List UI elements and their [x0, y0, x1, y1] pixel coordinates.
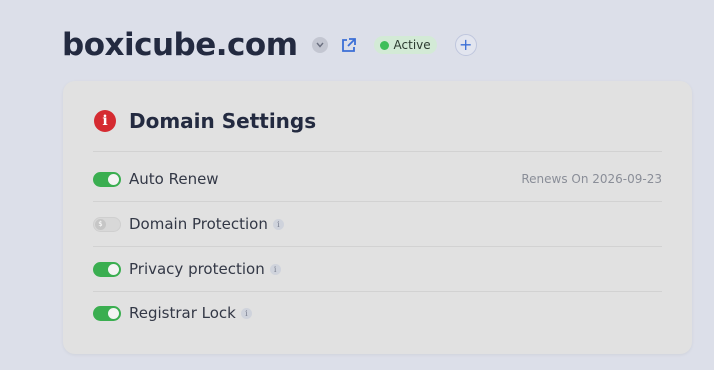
- info-tooltip-icon[interactable]: i: [269, 263, 281, 275]
- card-header: i Domain Settings: [94, 109, 316, 133]
- domain-dropdown-button[interactable]: [311, 37, 328, 53]
- auto-renew-toggle[interactable]: [93, 171, 121, 187]
- open-external-button[interactable]: [340, 36, 358, 54]
- divider: [93, 291, 662, 292]
- status-dot: [379, 40, 389, 50]
- domain-title: boxicube.com: [62, 27, 298, 63]
- domain-settings-card: i Domain Settings Auto Renew Renews On 2…: [63, 81, 692, 354]
- setting-label: Privacy protection: [129, 260, 265, 278]
- domain-protection-toggle[interactable]: $: [93, 216, 121, 232]
- setting-row-domain-protection: $ Domain Protection i: [93, 212, 662, 236]
- info-tooltip-icon[interactable]: i: [272, 218, 284, 230]
- setting-label: Registrar Lock: [129, 304, 236, 322]
- setting-label: Domain Protection: [129, 215, 268, 233]
- info-icon: i: [94, 110, 116, 132]
- divider: [93, 246, 662, 247]
- setting-row-registrar-lock: Registrar Lock i: [93, 301, 662, 325]
- registrar-lock-toggle[interactable]: [93, 305, 121, 321]
- external-link-icon: [342, 37, 356, 52]
- divider: [93, 151, 662, 152]
- add-button[interactable]: +: [454, 34, 477, 56]
- card-title: Domain Settings: [129, 109, 317, 133]
- status-badge: Active: [373, 36, 437, 54]
- chevron-down-icon: [315, 42, 324, 48]
- domain-header: boxicube.com Active +: [62, 22, 477, 68]
- setting-row-privacy-protection: Privacy protection i: [93, 257, 662, 281]
- divider: [93, 201, 662, 202]
- setting-row-auto-renew: Auto Renew Renews On 2026-09-23: [93, 167, 662, 191]
- info-tooltip-icon[interactable]: i: [240, 307, 252, 319]
- privacy-protection-toggle[interactable]: [93, 261, 121, 277]
- setting-label: Auto Renew: [129, 170, 219, 188]
- status-label: Active: [393, 38, 431, 52]
- renew-date-text: Renews On 2026-09-23: [521, 172, 662, 186]
